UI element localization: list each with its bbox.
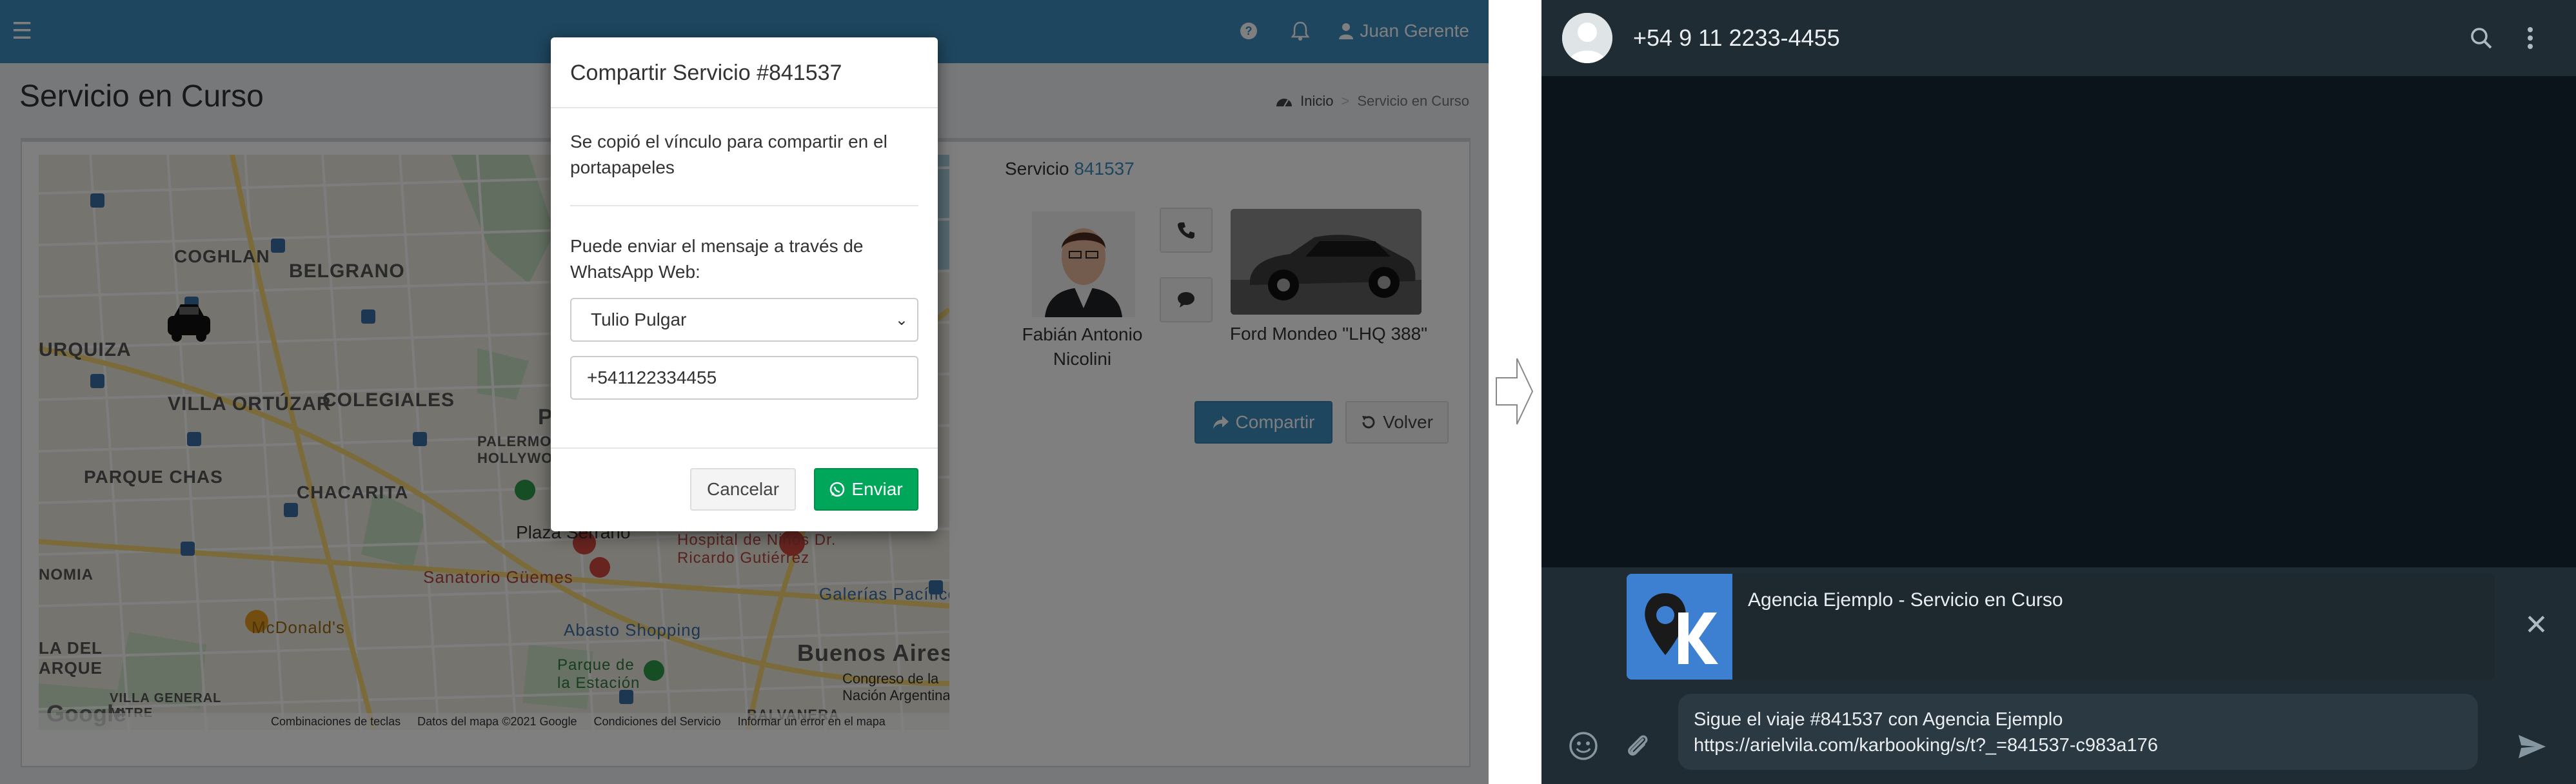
modal-divider [570, 205, 918, 206]
share-modal: Compartir Servicio #841537 Se copió el v… [551, 37, 938, 531]
contact-select-value: Tulio Pulgar [591, 309, 687, 329]
whatsapp-icon [830, 482, 845, 497]
send-icon[interactable] [2514, 729, 2550, 765]
attach-icon[interactable] [1621, 730, 1654, 762]
link-preview-logo [1627, 574, 1732, 680]
send-button[interactable]: Enviar [814, 468, 918, 511]
modal-title: Compartir Servicio #841537 [570, 61, 842, 85]
emoji-icon[interactable] [1567, 730, 1600, 762]
avatar[interactable] [1562, 13, 1612, 63]
contact-phone[interactable]: +54 9 11 2233-4455 [1633, 24, 1840, 52]
whatsapp-panel: +54 9 11 2233-4455 Agencia Ejemplo - Ser… [1541, 0, 2576, 784]
admin-app: ☰ ? Juan Gerente Servicio en Curso Inici… [0, 0, 1489, 784]
search-icon[interactable] [2465, 22, 2497, 54]
message-line-1: Sigue el viaje #841537 con Agencia Ejemp… [1694, 709, 2063, 730]
modal-footer-divider [551, 447, 938, 449]
more-options-icon[interactable] [2514, 22, 2546, 54]
copied-message: Se copió el vínculo para compartir en el… [570, 132, 887, 177]
phone-input[interactable]: +541122334455 [570, 356, 918, 400]
modal-header-divider [551, 107, 938, 108]
link-preview: Agencia Ejemplo - Servicio en Curso [1627, 574, 2495, 680]
cancel-button[interactable]: Cancelar [690, 468, 796, 511]
chevron-down-icon: ⌄ [895, 311, 908, 329]
message-input[interactable]: Sigue el viaje #841537 con Agencia Ejemp… [1678, 694, 2478, 770]
link-preview-title: Agencia Ejemplo - Servicio en Curso [1748, 589, 2063, 611]
whatsapp-instructions: Puede enviar el mensaje a través de What… [570, 236, 864, 282]
arrow-right-icon [1495, 356, 1534, 430]
contact-select[interactable]: Tulio Pulgar ⌄ [570, 298, 918, 342]
message-line-2: https://arielvila.com/karbooking/s/t?_=8… [1694, 735, 2158, 756]
chat-header: +54 9 11 2233-4455 [1541, 0, 2576, 76]
chat-area [1541, 76, 2576, 567]
close-icon[interactable]: ✕ [2524, 611, 2548, 640]
